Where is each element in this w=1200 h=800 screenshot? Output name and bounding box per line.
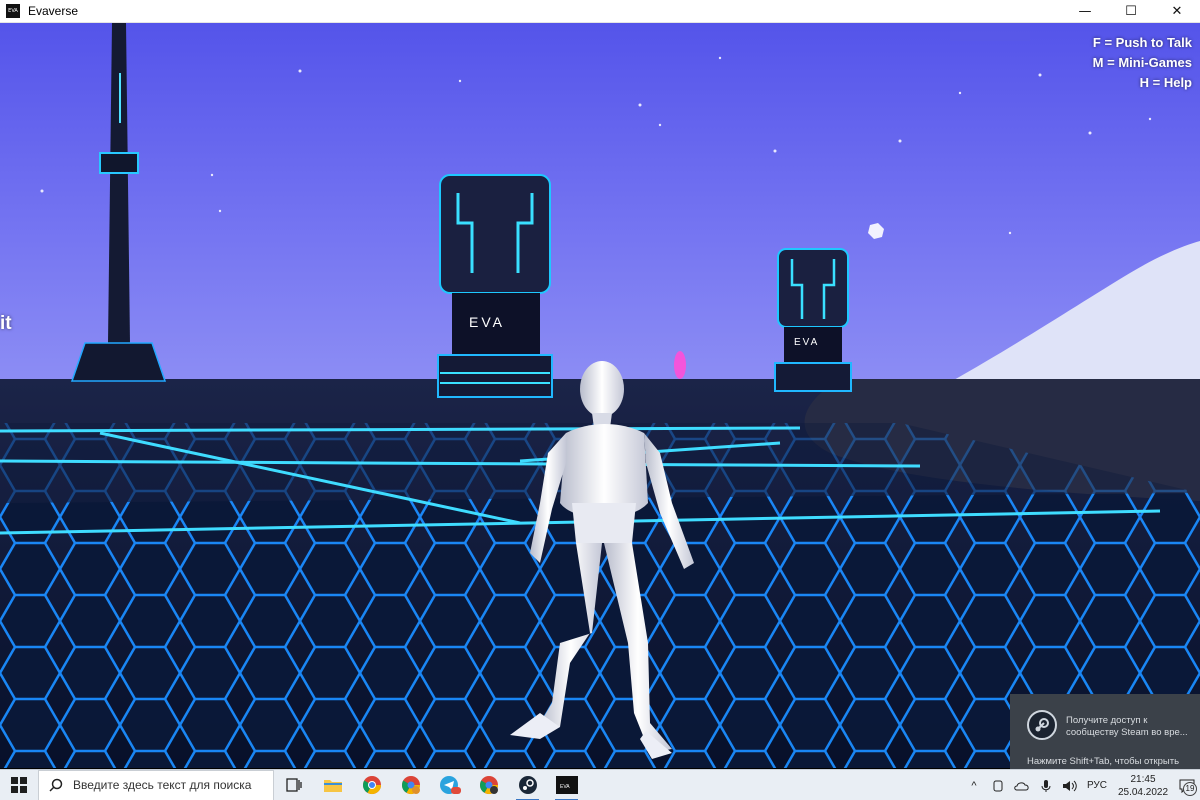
taskbar-app-telegram[interactable] — [430, 770, 469, 800]
windows-icon — [11, 777, 27, 793]
notification-count-badge: 19 — [1183, 782, 1197, 796]
controls-hint-panel: F = Push to Talk M = Mini-Games H = Help — [1093, 33, 1192, 93]
clock-date: 25.04.2022 — [1117, 786, 1169, 798]
taskbar-clock[interactable]: 21:45 25.04.2022 — [1112, 773, 1174, 799]
game-scene: EVA EVA — [0, 23, 1200, 768]
microphone-icon[interactable] — [1034, 770, 1058, 800]
steam-overlay-notification[interactable]: Получите доступ к сообществу Steam во вр… — [1010, 694, 1200, 769]
chrome-profile-icon — [401, 776, 420, 795]
right-tower-logo: EVA — [794, 337, 819, 348]
sky — [0, 23, 1200, 393]
meet-icon[interactable] — [986, 770, 1010, 800]
central-tower: EVA — [437, 174, 553, 398]
taskbar-app-chrome[interactable] — [352, 770, 391, 800]
telegram-icon — [439, 776, 461, 794]
taskbar-search-input[interactable]: Введите здесь текст для поиска — [38, 769, 274, 800]
svg-text:EVA: EVA — [560, 784, 570, 790]
pink-flame — [674, 351, 686, 379]
taskbar-app-file-explorer[interactable] — [313, 770, 352, 800]
steam-icon — [1027, 710, 1057, 740]
maximize-button[interactable]: ☐ — [1108, 0, 1154, 23]
chevron-up-icon[interactable]: ^ — [962, 770, 986, 800]
taskbar-app-chrome-profile-2[interactable] — [469, 770, 508, 800]
window-title-bar[interactable]: EVA Evaverse — ☐ ✕ — [0, 0, 1200, 23]
push-to-talk-hint: F = Push to Talk — [1092, 35, 1192, 50]
folder-icon — [323, 780, 342, 792]
input-language-indicator[interactable]: РУС — [1082, 780, 1112, 791]
taskbar: Введите здесь текст для поиска EVA ^ РУС… — [0, 769, 1200, 800]
chrome-profile-2-icon — [479, 776, 498, 795]
right-tower: EVA — [774, 248, 852, 392]
taskbar-app-evaverse[interactable]: EVA — [547, 770, 586, 800]
steam-notification-message: Получите доступ к сообществу Steam во вр… — [1066, 715, 1188, 738]
taskbar-app-chrome-profile[interactable] — [391, 770, 430, 800]
central-tower-logo: EVA — [469, 314, 505, 330]
game-viewport[interactable]: EVA EVA F = Push to Talk M = Mini-Games … — [0, 23, 1200, 768]
start-button[interactable] — [0, 770, 38, 800]
notification-center-button[interactable]: 19 — [1174, 770, 1200, 800]
task-view-icon — [285, 778, 302, 792]
close-button[interactable]: ✕ — [1154, 0, 1200, 23]
window-title: Evaverse — [28, 4, 79, 18]
system-tray: ^ РУС 21:45 25.04.2022 19 — [962, 770, 1200, 800]
help-hint: H = Help — [1139, 75, 1192, 90]
offscreen-label-fragment: it — [0, 313, 12, 334]
task-view-button[interactable] — [274, 770, 313, 800]
clock-time: 21:45 — [1130, 773, 1156, 785]
volume-icon[interactable] — [1058, 770, 1082, 800]
mini-games-hint: M = Mini-Games — [1092, 55, 1192, 70]
search-icon — [49, 778, 63, 792]
steam-taskbar-icon — [518, 776, 537, 794]
taskbar-app-steam[interactable] — [508, 770, 547, 800]
evaverse-app-icon: EVA — [6, 4, 20, 18]
onedrive-icon[interactable] — [1010, 770, 1034, 800]
window-controls: — ☐ ✕ — [1062, 0, 1200, 23]
evaverse-taskbar-icon: EVA — [555, 776, 578, 794]
steam-notification-hint: Нажмите Shift+Tab, чтобы открыть — [1027, 756, 1180, 767]
chrome-icon — [362, 776, 381, 795]
search-placeholder: Введите здесь текст для поиска — [73, 778, 252, 792]
minimize-button[interactable]: — — [1062, 0, 1108, 23]
